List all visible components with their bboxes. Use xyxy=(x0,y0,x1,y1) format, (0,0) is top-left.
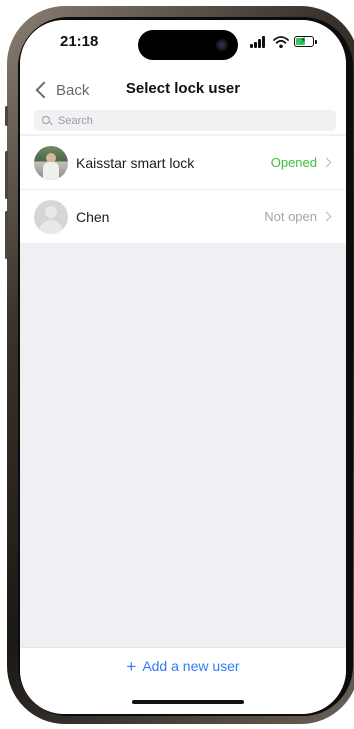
add-user-label: Add a new user xyxy=(142,658,240,674)
avatar xyxy=(34,199,68,234)
search-input[interactable] xyxy=(58,114,298,127)
status-time: 21:18 xyxy=(60,33,99,50)
camera-icon xyxy=(216,39,228,51)
user-name: Kaisstar smart lock xyxy=(76,154,195,171)
search-icon xyxy=(42,115,53,126)
list-item-user[interactable]: Chen Not open xyxy=(20,189,346,243)
status-icons: ⚡ xyxy=(250,35,320,49)
status-badge: Not open xyxy=(264,209,317,224)
chevron-right-icon xyxy=(321,157,332,168)
add-user-button[interactable]: + Add a new user xyxy=(20,656,346,676)
user-name: Chen xyxy=(76,208,110,225)
user-list: Kaisstar smart lock Opened Chen Not open xyxy=(20,136,346,243)
dynamic-island xyxy=(138,30,238,60)
signal-icon xyxy=(250,36,268,48)
volume-up-button xyxy=(5,151,8,199)
chevron-right-icon xyxy=(321,211,332,222)
bottom-bar: + Add a new user xyxy=(20,647,346,714)
battery-charging-icon: ⚡ xyxy=(294,35,317,47)
wifi-icon xyxy=(273,36,289,49)
search-box[interactable] xyxy=(34,110,336,131)
plus-icon: + xyxy=(126,657,137,676)
search-bar xyxy=(20,108,346,134)
navigation-bar: Back Select lock user xyxy=(20,72,346,108)
home-indicator[interactable] xyxy=(132,700,244,704)
mute-switch xyxy=(5,106,8,126)
phone-screen: 21:18 ⚡ Back Select lock user Search Kai… xyxy=(20,20,346,714)
status-bar: 21:18 ⚡ xyxy=(20,20,346,72)
page-title: Select lock user xyxy=(125,80,241,97)
avatar xyxy=(34,145,68,180)
volume-down-button xyxy=(5,211,8,259)
status-badge: Opened xyxy=(270,155,317,170)
list-item-user[interactable]: Kaisstar smart lock Opened xyxy=(20,136,346,189)
